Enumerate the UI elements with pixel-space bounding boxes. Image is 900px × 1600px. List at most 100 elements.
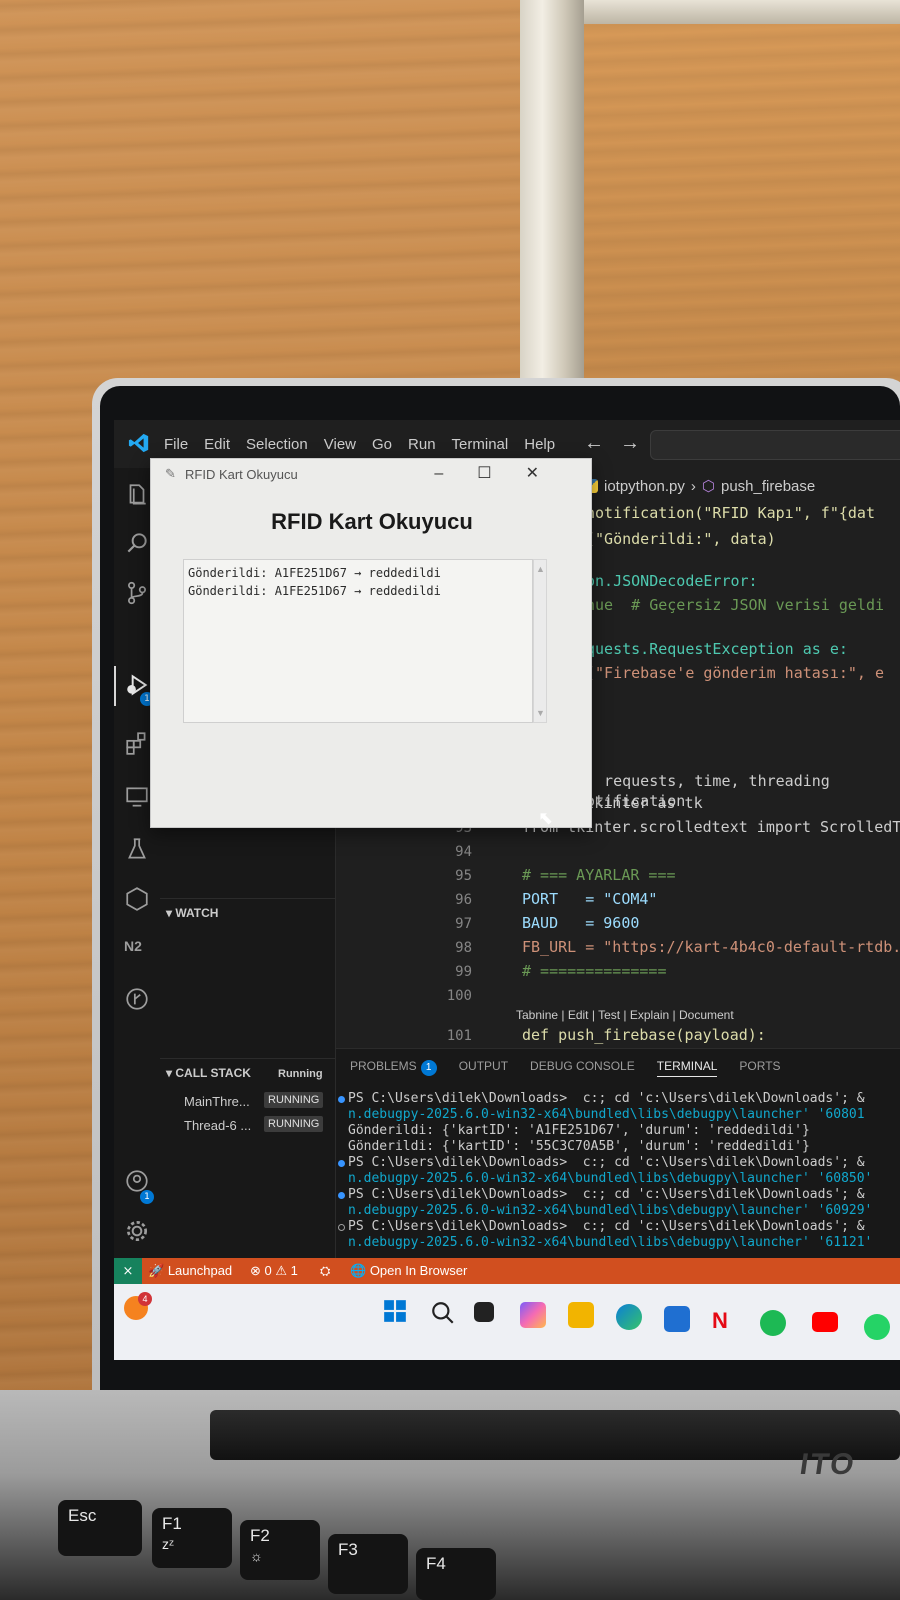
minimize-icon[interactable]: –: [434, 465, 477, 482]
code-line: def push_firebase(payload):: [522, 1026, 766, 1044]
file-explorer-icon[interactable]: [568, 1302, 594, 1328]
testing-icon[interactable]: [124, 836, 150, 862]
f4-key[interactable]: F4: [416, 1548, 496, 1600]
netflix-icon[interactable]: N: [712, 1308, 738, 1334]
wall-pillar: [520, 0, 584, 380]
breadcrumb: iotpython.py › ⬡ push_firebase: [584, 472, 815, 500]
menu-selection[interactable]: Selection: [246, 436, 308, 453]
scroll-down-icon[interactable]: ▼: [536, 708, 545, 718]
code-line: notification("RFID Kapı", f"{dat: [586, 504, 875, 522]
search-icon[interactable]: [124, 530, 150, 556]
remote-explorer-icon[interactable]: [124, 784, 150, 810]
line-number: 98: [455, 940, 472, 956]
command-success-dot: [338, 1160, 345, 1167]
call-stack-section-header[interactable]: ▾ CALL STACK: [166, 1066, 251, 1080]
edge-browser-icon[interactable]: [616, 1304, 642, 1330]
code-line: # === AYARLAR ===: [522, 866, 676, 884]
window-controls: –☐✕: [434, 463, 573, 483]
f3-key[interactable]: F3: [328, 1534, 408, 1594]
thread-row[interactable]: Thread-6 ...: [184, 1118, 251, 1133]
terminal-line: PS C:\Users\dilek\Downloads> c:; cd 'c:\…: [348, 1219, 865, 1234]
remote-indicator-icon[interactable]: ⨯: [114, 1258, 142, 1284]
watch-section-header[interactable]: ▾ WATCH: [166, 906, 218, 920]
breadcrumb-symbol[interactable]: push_firebase: [721, 478, 815, 495]
watch-label: WATCH: [175, 906, 219, 920]
debug-status-icon[interactable]: ⛭: [320, 1263, 330, 1279]
tk-feather-icon: ✎: [165, 466, 176, 481]
copilot-icon[interactable]: [520, 1302, 546, 1328]
mouse-cursor-icon: ⬉: [538, 808, 554, 829]
accounts-badge: 1: [140, 1190, 154, 1204]
log-scrollbar[interactable]: ▲ ▼: [533, 559, 547, 723]
problems-status[interactable]: ⊗ 0 ⚠ 1: [250, 1263, 298, 1279]
settings-gear-icon[interactable]: [124, 1218, 150, 1244]
window-title: RFID Kart Okuyucu: [185, 467, 298, 482]
youtube-icon[interactable]: [812, 1312, 838, 1332]
error-count: 0: [264, 1263, 272, 1278]
windows-taskbar: 4 N: [114, 1284, 900, 1360]
command-pending-dot: [338, 1224, 345, 1231]
line-number: 100: [446, 988, 472, 1004]
extensions-icon[interactable]: [124, 730, 150, 756]
code-line: ("Gönderildi:", data): [586, 530, 776, 548]
close-icon[interactable]: ✕: [526, 465, 573, 482]
tab-output[interactable]: OUTPUT: [459, 1059, 508, 1077]
scroll-up-icon[interactable]: ▲: [536, 564, 545, 574]
tab-debug-console[interactable]: DEBUG CONSOLE: [530, 1059, 635, 1077]
maximize-icon[interactable]: ☐: [477, 465, 525, 482]
terminal-line: PS C:\Users\dilek\Downloads> c:; cd 'c:\…: [348, 1091, 865, 1106]
warning-icon: ⚠: [275, 1263, 288, 1278]
store-icon[interactable]: [664, 1306, 690, 1332]
taskbar-search-icon[interactable]: [430, 1300, 456, 1326]
f2-key[interactable]: F2 ☼: [240, 1520, 320, 1580]
tab-ports[interactable]: PORTS: [739, 1059, 780, 1077]
terminal-line: n.debugpy-2025.6.0-win32-x64\bundled\lib…: [348, 1235, 873, 1250]
command-center-search[interactable]: [650, 430, 900, 460]
line-number: 99: [455, 964, 472, 980]
codelens-actions[interactable]: Tabnine | Edit | Test | Explain | Docume…: [516, 1008, 734, 1022]
explorer-icon[interactable]: [124, 482, 150, 508]
code-line: # ==============: [522, 962, 667, 980]
n2-extension-icon[interactable]: N2: [124, 938, 150, 964]
breadcrumb-file[interactable]: iotpython.py: [604, 478, 685, 495]
task-view-icon[interactable]: [474, 1302, 494, 1322]
key-label: Esc: [68, 1506, 97, 1525]
launchpad-item[interactable]: 🚀 Launchpad: [148, 1263, 232, 1279]
menu-terminal[interactable]: Terminal: [452, 436, 509, 453]
line-number: 94: [455, 844, 472, 860]
containers-icon[interactable]: [124, 886, 150, 912]
problems-badge: 1: [420, 1060, 437, 1076]
spotify-icon[interactable]: [760, 1310, 786, 1336]
wood-panel: [584, 0, 900, 380]
code-line: ("Firebase'e gönderim hatası:", e: [586, 664, 885, 682]
esc-key[interactable]: Esc: [58, 1500, 142, 1556]
menu-file[interactable]: File: [164, 436, 188, 453]
nav-arrows: ←→: [584, 432, 656, 455]
back-arrow-icon[interactable]: ←: [584, 432, 620, 454]
log-text-area[interactable]: Gönderildi: A1FE251D67 → reddedildi Gönd…: [183, 559, 533, 723]
log-line: Gönderildi: A1FE251D67 → reddedildi: [188, 584, 441, 598]
taskbar-badge: 4: [138, 1292, 152, 1306]
open-browser-item[interactable]: 🌐 Open In Browser: [350, 1263, 467, 1279]
status-bar: ⨯ 🚀 Launchpad ⊗ 0 ⚠ 1 ⛭ 🌐 Open In Browse…: [114, 1258, 900, 1284]
app-heading: RFID Kart Okuyucu: [271, 509, 473, 534]
whatsapp-icon[interactable]: [864, 1314, 890, 1340]
windows-start-icon[interactable]: [382, 1298, 408, 1324]
line-number: 101: [446, 1028, 472, 1044]
menu-help[interactable]: Help: [524, 436, 555, 453]
thread-row[interactable]: MainThre...: [184, 1094, 250, 1109]
f1-key[interactable]: F1 zᶻ: [152, 1508, 232, 1568]
menu-edit[interactable]: Edit: [204, 436, 230, 453]
menu-view[interactable]: View: [324, 436, 356, 453]
wall-frame: [584, 0, 900, 24]
code-line: nue # Geçersiz JSON verisi geldi: [586, 596, 885, 614]
tab-problems[interactable]: PROBLEMS 1: [350, 1059, 437, 1077]
line-number: 97: [455, 916, 472, 932]
git-graph-icon[interactable]: [124, 986, 150, 1012]
menu-bar: File Edit Selection View Go Run Terminal…: [164, 436, 571, 453]
source-control-icon[interactable]: [124, 580, 150, 606]
tab-terminal[interactable]: TERMINAL: [656, 1059, 718, 1077]
menu-run[interactable]: Run: [408, 436, 436, 453]
panel-tabs: PROBLEMS 1 OUTPUT DEBUG CONSOLE TERMINAL …: [350, 1059, 781, 1077]
menu-go[interactable]: Go: [372, 436, 392, 453]
